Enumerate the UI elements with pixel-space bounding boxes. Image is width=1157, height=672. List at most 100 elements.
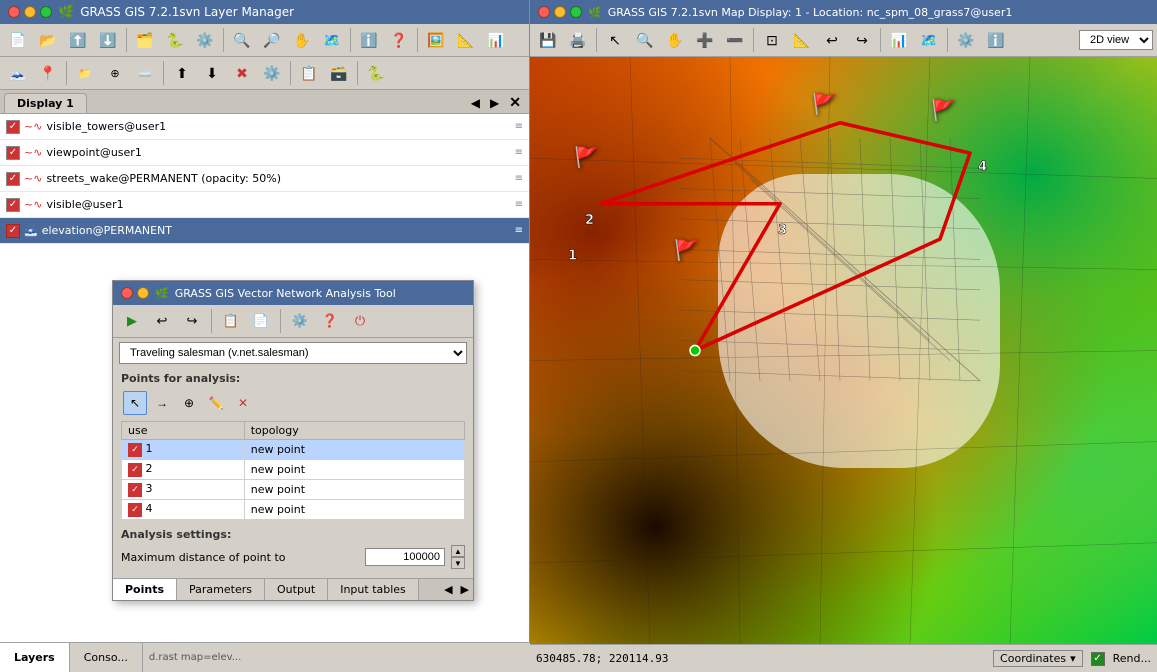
map-max-btn[interactable] bbox=[570, 6, 582, 18]
layer-checkbox-2[interactable]: ✓ bbox=[6, 146, 20, 160]
pt-add-btn[interactable]: ⊕ bbox=[177, 391, 201, 415]
row-3-checkbox[interactable]: ✓ bbox=[128, 483, 142, 497]
layer-end-btn-5[interactable]: ≡ bbox=[515, 225, 523, 236]
spin-up-btn[interactable]: ▲ bbox=[451, 545, 465, 557]
layers-tab[interactable]: Layers bbox=[0, 643, 70, 672]
vnet-min-btn[interactable] bbox=[137, 287, 149, 299]
map-region-btn[interactable]: 📐 bbox=[788, 26, 816, 54]
vnet-tab-input-tables[interactable]: Input tables bbox=[328, 579, 419, 600]
close-map-btn[interactable]: ⬇️ bbox=[94, 26, 122, 54]
display-tab-1[interactable]: Display 1 bbox=[4, 93, 87, 113]
pt-cursor-btn[interactable]: ↖ bbox=[123, 391, 147, 415]
render-btn[interactable]: 🖼️ bbox=[422, 26, 450, 54]
save-btn[interactable]: ⬆️ bbox=[64, 26, 92, 54]
help-btn[interactable]: ❓ bbox=[385, 26, 413, 54]
map-extent-btn[interactable]: ⊡ bbox=[758, 26, 786, 54]
coordinates-selector[interactable]: Coordinates ▾ bbox=[993, 650, 1083, 667]
map-zoom-in-btn[interactable]: ➕ bbox=[691, 26, 719, 54]
attribute-btn[interactable]: 📋 bbox=[295, 59, 323, 87]
vector-btn[interactable]: 📐 bbox=[452, 26, 480, 54]
row-1-checkbox[interactable]: ✓ bbox=[128, 443, 142, 457]
table-row[interactable]: ✓ 2 new point bbox=[122, 460, 465, 480]
delete-layer-btn[interactable]: ✖ bbox=[228, 59, 256, 87]
vnet-close-btn[interactable] bbox=[121, 287, 133, 299]
map-query-btn[interactable]: 🔍 bbox=[631, 26, 659, 54]
map-min-btn[interactable] bbox=[554, 6, 566, 18]
map-analyze-btn[interactable]: 📊 bbox=[885, 26, 913, 54]
vnet-settings-btn[interactable]: ⚙️ bbox=[287, 308, 313, 334]
layer-end-btn-3[interactable]: ≡ bbox=[515, 173, 523, 184]
extent-btn[interactable]: 🗺️ bbox=[318, 26, 346, 54]
max-distance-input[interactable] bbox=[365, 548, 445, 566]
row-4-checkbox[interactable]: ✓ bbox=[128, 503, 142, 517]
layer-end-btn-1[interactable]: ≡ bbox=[515, 121, 523, 132]
workspace-btn[interactable]: 🗂️ bbox=[131, 26, 159, 54]
cmd-btn[interactable]: ⌨️ bbox=[131, 59, 159, 87]
map-zoom-fwd-btn[interactable]: ↪ bbox=[848, 26, 876, 54]
map-close-btn[interactable] bbox=[538, 6, 550, 18]
layer-checkbox-5[interactable]: ✓ bbox=[6, 224, 20, 238]
table-row[interactable]: ✓ 3 new point bbox=[122, 480, 465, 500]
new-btn[interactable]: 📄 bbox=[4, 26, 32, 54]
layer-checkbox-3[interactable]: ✓ bbox=[6, 172, 20, 186]
row-2-checkbox[interactable]: ✓ bbox=[128, 463, 142, 477]
vnet-tab-prev[interactable]: ◀ bbox=[440, 581, 456, 598]
layer-end-btn-2[interactable]: ≡ bbox=[515, 147, 523, 158]
layer-checkbox-4[interactable]: ✓ bbox=[6, 198, 20, 212]
layer-end-btn-4[interactable]: ≡ bbox=[515, 199, 523, 210]
add-raster-btn[interactable]: 🗻 bbox=[4, 59, 32, 87]
tab-next-btn[interactable]: ▶ bbox=[486, 92, 503, 113]
zoom-in-btn[interactable]: 🔍 bbox=[228, 26, 256, 54]
map-pan-btn[interactable]: ✋ bbox=[661, 26, 689, 54]
add-group-btn[interactable]: 📁 bbox=[71, 59, 99, 87]
layer-item-viewpoint[interactable]: ✓ ~∿ viewpoint@user1 ≡ bbox=[0, 140, 529, 166]
move-down-btn[interactable]: ⬇ bbox=[198, 59, 226, 87]
settings-btn[interactable]: ⚙️ bbox=[191, 26, 219, 54]
sql-btn[interactable]: 🗃️ bbox=[325, 59, 353, 87]
info-btn[interactable]: ℹ️ bbox=[355, 26, 383, 54]
layer-item-visible[interactable]: ✓ ~∿ visible@user1 ≡ bbox=[0, 192, 529, 218]
map-info-btn[interactable]: ℹ️ bbox=[982, 26, 1010, 54]
layer-checkbox-1[interactable]: ✓ bbox=[6, 120, 20, 134]
tab-prev-btn[interactable]: ◀ bbox=[467, 92, 484, 113]
map-print-btn[interactable]: 🖨️ bbox=[564, 26, 592, 54]
vnet-tab-output[interactable]: Output bbox=[265, 579, 328, 600]
vnet-run-btn[interactable]: ▶ bbox=[119, 308, 145, 334]
vnet-undo-btn[interactable]: ↩ bbox=[149, 308, 175, 334]
zoom-out-btn[interactable]: 🔎 bbox=[258, 26, 286, 54]
table-row[interactable]: ✓ 1 new point bbox=[122, 440, 465, 460]
render-checkbox[interactable]: ✓ bbox=[1091, 652, 1105, 666]
python-btn[interactable]: 🐍 bbox=[161, 26, 189, 54]
map-settings2-btn[interactable]: ⚙️ bbox=[952, 26, 980, 54]
spin-down-btn[interactable]: ▼ bbox=[451, 557, 465, 569]
layer-item-streets[interactable]: ✓ ~∿ streets_wake@PERMANENT (opacity: 50… bbox=[0, 166, 529, 192]
map-zoom-out-btn[interactable]: ➖ bbox=[721, 26, 749, 54]
vnet-power-btn[interactable]: ⏻ bbox=[347, 308, 373, 334]
table-row[interactable]: ✓ 4 new point bbox=[122, 500, 465, 520]
overlay-btn[interactable]: ⊕ bbox=[101, 59, 129, 87]
vnet-copy-btn[interactable]: 📋 bbox=[218, 308, 244, 334]
vnet-tab-parameters[interactable]: Parameters bbox=[177, 579, 265, 600]
console-tab[interactable]: Conso... bbox=[70, 643, 143, 672]
python2-btn[interactable]: 🐍 bbox=[362, 59, 390, 87]
map-overlay-btn[interactable]: 🗺️ bbox=[915, 26, 943, 54]
add-vector-btn[interactable]: 📍 bbox=[34, 59, 62, 87]
raster-btn[interactable]: 📊 bbox=[482, 26, 510, 54]
vnet-redo-btn[interactable]: ↪ bbox=[179, 308, 205, 334]
pt-pen-btn[interactable]: ✏️ bbox=[204, 391, 228, 415]
close-btn[interactable] bbox=[8, 6, 20, 18]
layer-settings-btn[interactable]: ⚙️ bbox=[258, 59, 286, 87]
map-canvas[interactable]: 2 1 3 4 🚩 🚩 🚩 🚩 bbox=[530, 57, 1157, 644]
vnet-algorithm-select[interactable]: Traveling salesman (v.net.salesman)Short… bbox=[119, 342, 467, 364]
pan-btn[interactable]: ✋ bbox=[288, 26, 316, 54]
map-zoom-back-btn[interactable]: ↩ bbox=[818, 26, 846, 54]
vnet-help-btn[interactable]: ❓ bbox=[317, 308, 343, 334]
map-pointer-btn[interactable]: ↖ bbox=[601, 26, 629, 54]
layer-item-elevation[interactable]: ✓ 🗻 elevation@PERMANENT ≡ bbox=[0, 218, 529, 244]
map-save-btn[interactable]: 💾 bbox=[534, 26, 562, 54]
vnet-paste-btn[interactable]: 📄 bbox=[248, 308, 274, 334]
pt-arrow-btn[interactable]: → bbox=[150, 391, 174, 415]
map-view-select[interactable]: 2D view3D view bbox=[1079, 30, 1153, 50]
maximize-btn[interactable] bbox=[40, 6, 52, 18]
minimize-btn[interactable] bbox=[24, 6, 36, 18]
